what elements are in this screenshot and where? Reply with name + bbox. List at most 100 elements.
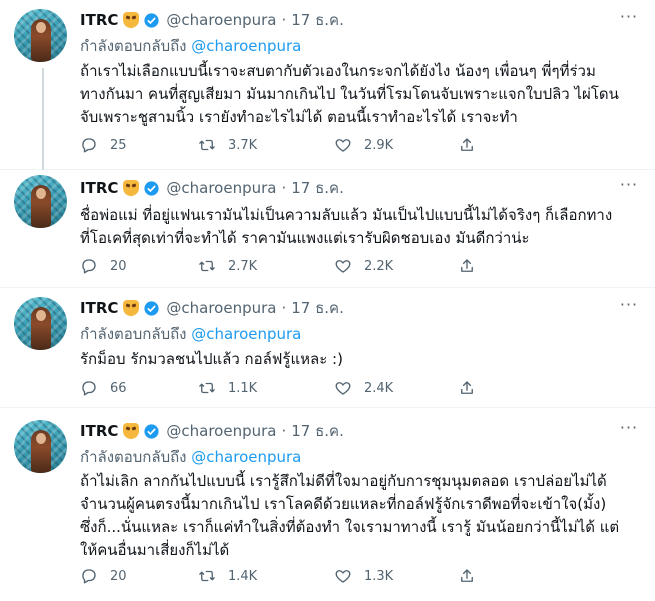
user-handle[interactable]: @charoenpura [166, 422, 276, 440]
speech-bubble-icon [82, 259, 96, 274]
reply-button[interactable]: 66 [80, 378, 127, 398]
more-dots-icon[interactable]: ··· [619, 297, 639, 318]
replying-to-link[interactable]: @charoenpura [191, 448, 301, 466]
replying-to-label: กำลังตอบกลับถึง [80, 325, 187, 343]
heart-icon [335, 382, 351, 395]
retweet-button[interactable]: 1.1K [198, 378, 257, 398]
timestamp[interactable]: 17 ธ.ค. [291, 296, 344, 320]
separator-dot: · [281, 422, 287, 440]
timestamp[interactable]: 17 ธ.ค. [291, 176, 344, 200]
tweet-text: รักม็อบ รักมวลชนไปแล้ว กอล์ฟรู้แหละ :) [80, 348, 640, 371]
tweet-actions: 66 1.1K 2.4K [80, 378, 550, 398]
verified-badge-icon [144, 300, 159, 316]
display-name[interactable]: ITRC [80, 11, 118, 29]
retweet-arrows-icon [199, 382, 215, 394]
retweet-button[interactable]: 2.7K [198, 256, 257, 276]
replying-to-link[interactable]: @charoenpura [191, 325, 301, 343]
tweet[interactable]: ITRC @charoenpura · 17 ธ.ค. ··· กำลังตอบ… [0, 408, 655, 601]
speech-bubble-icon [82, 381, 96, 396]
like-button[interactable]: 2.9K [334, 135, 393, 155]
retweet-arrows-icon [199, 139, 215, 151]
replying-to: กำลังตอบกลับถึง @charoenpura [80, 34, 301, 55]
tweet[interactable]: ITRC @charoenpura · 17 ธ.ค. ··· กำลังตอบ… [0, 0, 655, 170]
share-upload-icon [461, 569, 473, 582]
replying-to: กำลังตอบกลับถึง @charoenpura [80, 445, 301, 466]
devil-emoji-icon [123, 300, 140, 316]
tweet[interactable]: ITRC @charoenpura · 17 ธ.ค. ··· ชื่อพ่อแ… [0, 170, 655, 288]
verified-badge-icon [144, 180, 159, 196]
more-dots-icon[interactable]: ··· [619, 177, 639, 198]
thread-line [42, 68, 44, 170]
tweet-line: ทางกันมา คนที่สูญเสียมา มันมากเกินไป ในว… [80, 85, 619, 103]
reply-count: 66 [110, 380, 127, 396]
tweet-line: ถ้าไม่เลิก ลากกันไปแบบนี้ เรารู้สึกไม่ดี… [80, 472, 607, 490]
share-upload-icon [461, 259, 473, 272]
like-count: 2.9K [364, 137, 394, 153]
reply-button[interactable]: 20 [80, 566, 127, 586]
share-upload-icon [461, 381, 473, 394]
share-upload-icon [461, 138, 473, 151]
tweet-actions: 25 3.7K 2.9K [80, 135, 550, 155]
tweet-line: ซึ่งก็...นั่นแหละ เราก็แค่ทำในสิ่งที่ต้อ… [80, 518, 620, 536]
user-handle[interactable]: @charoenpura [166, 11, 276, 29]
more-dots-icon[interactable]: ··· [619, 9, 639, 30]
separator-dot: · [281, 11, 287, 29]
share-button[interactable] [458, 256, 476, 276]
tweet-header: ITRC @charoenpura · 17 ธ.ค. [80, 177, 344, 199]
retweet-button[interactable]: 3.7K [198, 135, 257, 155]
devil-emoji-icon [123, 180, 140, 196]
tweet-line: จำนวนผู้คนตรงนี้มากเกินไป เราโลคดีด้วยแห… [80, 495, 607, 513]
share-button[interactable] [458, 378, 476, 398]
tweet-header: ITRC @charoenpura · 17 ธ.ค. [80, 420, 344, 442]
avatar[interactable] [14, 297, 67, 350]
replying-to-link[interactable]: @charoenpura [191, 37, 301, 55]
like-button[interactable]: 1.3K [334, 566, 393, 586]
devil-emoji-icon [123, 12, 140, 28]
retweet-count: 1.1K [228, 380, 258, 396]
tweet-actions: 20 1.4K 1.3K [80, 566, 550, 586]
tweet-line: ชื่อพ่อแม่ ที่อยู่แฟนเรามันไม่เป็นความลั… [80, 206, 613, 224]
reply-count: 20 [110, 258, 127, 274]
retweet-button[interactable]: 1.4K [198, 566, 257, 586]
avatar[interactable] [14, 175, 67, 228]
tweet-header: ITRC @charoenpura · 17 ธ.ค. [80, 297, 344, 319]
reply-count: 20 [110, 568, 127, 584]
speech-bubble-icon [82, 138, 96, 153]
replying-to-label: กำลังตอบกลับถึง [80, 37, 187, 55]
retweet-count: 3.7K [228, 137, 258, 153]
like-count: 2.2K [364, 258, 394, 274]
avatar[interactable] [14, 420, 67, 473]
replying-to: กำลังตอบกลับถึง @charoenpura [80, 322, 301, 343]
tweet-text: ชื่อพ่อแม่ ที่อยู่แฟนเรามันไม่เป็นความลั… [80, 204, 640, 250]
tweet-line: ที่โอเคที่สุดเท่าที่จะทำได้ ราคามันแพงแต… [80, 229, 530, 247]
like-button[interactable]: 2.4K [334, 378, 393, 398]
display-name[interactable]: ITRC [80, 422, 118, 440]
share-button[interactable] [458, 135, 476, 155]
retweet-arrows-icon [199, 570, 215, 582]
user-handle[interactable]: @charoenpura [166, 299, 276, 317]
tweet[interactable]: ITRC @charoenpura · 17 ธ.ค. ··· กำลังตอบ… [0, 288, 655, 408]
more-dots-icon[interactable]: ··· [619, 420, 639, 441]
heart-icon [335, 570, 351, 583]
reply-count: 25 [110, 137, 127, 153]
share-button[interactable] [458, 566, 476, 586]
timestamp[interactable]: 17 ธ.ค. [291, 419, 344, 443]
retweet-count: 2.7K [228, 258, 258, 274]
user-handle[interactable]: @charoenpura [166, 179, 276, 197]
reply-button[interactable]: 20 [80, 256, 127, 276]
tweet-header: ITRC @charoenpura · 17 ธ.ค. [80, 9, 344, 31]
heart-icon [335, 260, 351, 273]
heart-icon [335, 139, 351, 152]
display-name[interactable]: ITRC [80, 299, 118, 317]
avatar[interactable] [14, 9, 67, 62]
verified-badge-icon [144, 12, 159, 28]
display-name[interactable]: ITRC [80, 179, 118, 197]
tweet-text: ถ้าไม่เลิก ลากกันไปแบบนี้ เรารู้สึกไม่ดี… [80, 470, 640, 562]
timestamp[interactable]: 17 ธ.ค. [291, 8, 344, 32]
tweet-line: ให้คนอื่นมาเสี่ยงก็ไม่ได้ [80, 541, 230, 559]
tweet-line: ถ้าเราไม่เลือกแบบนี้เราจะสบตากับตัวเองใน… [80, 62, 596, 80]
like-count: 2.4K [364, 380, 394, 396]
reply-button[interactable]: 25 [80, 135, 127, 155]
like-button[interactable]: 2.2K [334, 256, 393, 276]
retweet-arrows-icon [199, 260, 215, 272]
